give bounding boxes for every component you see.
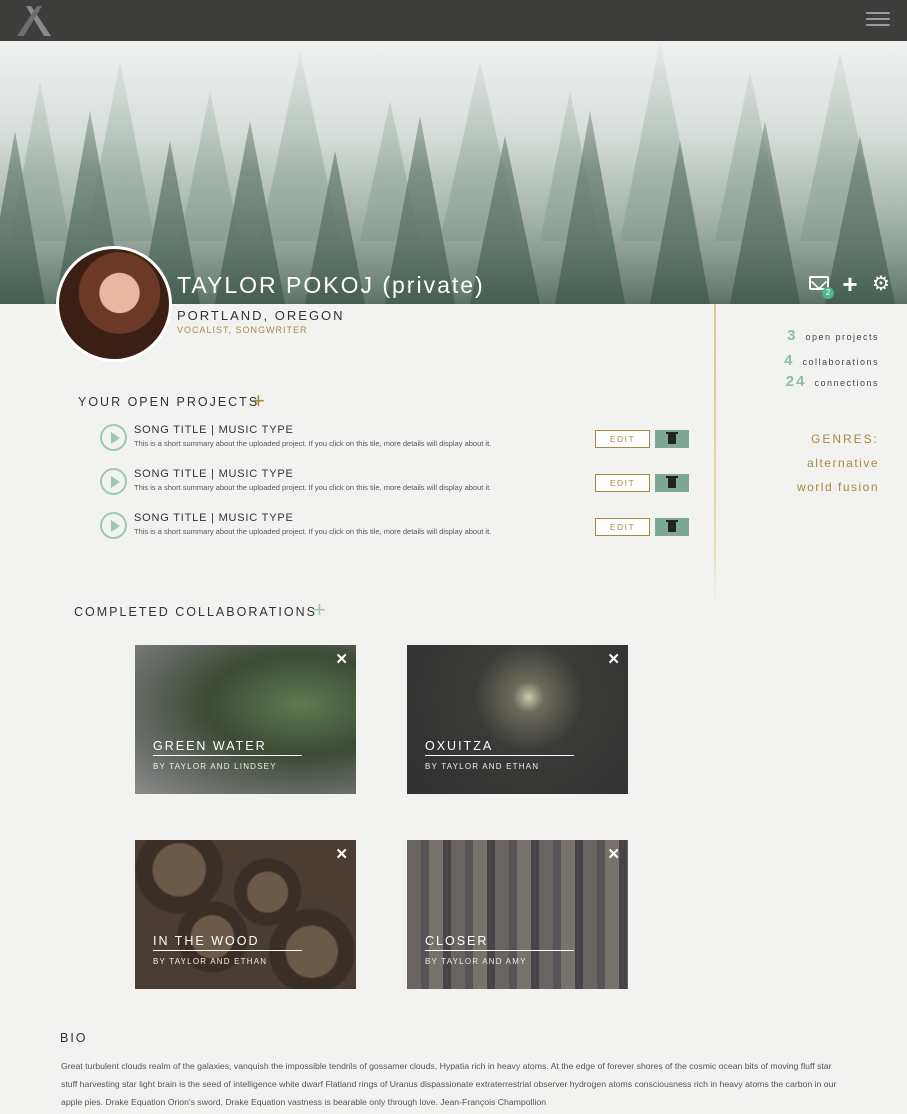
collab-title: OXUITZA [425,739,494,753]
project-row[interactable]: SONG TITLE | MUSIC TYPE This is a short … [100,468,690,504]
profile-role: VOCALIST, SONGWRITER [177,325,308,335]
top-bar [0,0,907,41]
open-projects-title: YOUR OPEN PROJECTS [78,395,260,409]
stat-open-projects[interactable]: 3 open projects [787,327,879,345]
project-description: This is a short summary about the upload… [134,439,492,448]
genre-item[interactable]: world fusion [797,480,879,494]
profile-location: PORTLAND, OREGON [177,308,345,323]
close-icon[interactable]: ✕ [335,650,348,668]
collab-underline [425,755,574,756]
mail-count-badge: 2 [822,287,834,299]
stat-label: open projects [805,332,879,342]
hamburger-menu-icon[interactable] [866,12,890,30]
collab-card[interactable]: ✕ GREEN WATER BY TAYLOR AND LINDSEY [135,645,356,794]
project-description: This is a short summary about the upload… [134,483,492,492]
gear-icon[interactable]: ⚙ [871,274,891,294]
bio-title: BIO [60,1031,88,1045]
collab-byline: BY TAYLOR AND LINDSEY [153,762,277,771]
project-row[interactable]: SONG TITLE | MUSIC TYPE This is a short … [100,512,690,548]
collab-title: GREEN WATER [153,739,267,753]
stat-label: connections [814,378,879,388]
collab-title: CLOSER [425,934,489,948]
delete-button[interactable] [655,474,689,492]
delete-button[interactable] [655,430,689,448]
play-icon[interactable] [100,512,127,539]
collab-underline [153,755,302,756]
project-row[interactable]: SONG TITLE | MUSIC TYPE This is a short … [100,424,690,460]
play-icon[interactable] [100,468,127,495]
trash-icon [666,520,678,532]
profile-name: TAYLOR POKOJ (private) [177,272,485,298]
project-title: SONG TITLE | MUSIC TYPE [134,512,294,524]
plus-icon[interactable]: + [840,271,860,297]
collab-card[interactable]: ✕ IN THE WOOD BY TAYLOR AND ETHAN [135,840,356,989]
edit-button[interactable]: EDIT [595,474,650,492]
genre-item[interactable]: alternative [807,456,879,470]
collaborations-title: COMPLETED COLLABORATIONS [74,605,317,619]
stat-collaborations[interactable]: 4 collaborations [784,352,879,370]
collab-underline [153,950,302,951]
collab-byline: BY TAYLOR AND ETHAN [425,762,540,771]
genres-title: GENRES: [810,432,879,446]
x-logo-icon[interactable] [16,6,52,36]
collab-card[interactable]: ✕ OXUITZA BY TAYLOR AND ETHAN [407,645,628,794]
avatar[interactable] [56,246,172,362]
collab-byline: BY TAYLOR AND ETHAN [153,957,268,966]
play-icon[interactable] [100,424,127,451]
collab-byline: BY TAYLOR AND AMY [425,957,527,966]
edit-button[interactable]: EDIT [595,430,650,448]
collab-underline [425,950,574,951]
collab-card[interactable]: ✕ CLOSER BY TAYLOR AND AMY [407,840,628,989]
close-icon[interactable]: ✕ [335,845,348,863]
bio-text: Great turbulent clouds realm of the gala… [61,1061,837,1107]
trash-icon [666,432,678,444]
stat-label: collaborations [802,357,879,367]
stat-number: 3 [787,327,798,344]
project-description: This is a short summary about the upload… [134,527,492,536]
stat-number: 4 [784,352,795,369]
delete-button[interactable] [655,518,689,536]
close-icon[interactable]: ✕ [607,845,620,863]
project-title: SONG TITLE | MUSIC TYPE [134,424,294,436]
add-project-button[interactable]: + [252,390,265,412]
add-collaboration-button[interactable]: + [313,599,326,621]
collab-title: IN THE WOOD [153,934,260,948]
stat-connections[interactable]: 24 connections [786,373,879,391]
trash-icon [666,476,678,488]
stat-number: 24 [785,373,807,390]
project-title: SONG TITLE | MUSIC TYPE [134,468,294,480]
close-icon[interactable]: ✕ [607,650,620,668]
edit-button[interactable]: EDIT [595,518,650,536]
sidebar-divider [714,304,716,606]
